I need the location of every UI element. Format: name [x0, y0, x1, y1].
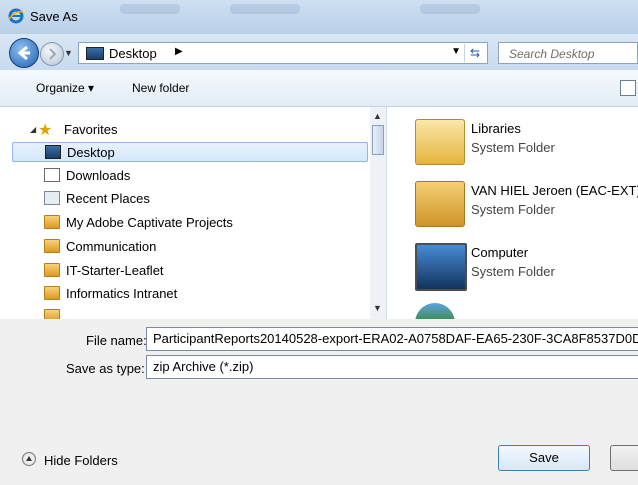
scroll-up-icon[interactable]: ▲: [373, 111, 382, 121]
sidebar-item-label: My Adobe Captivate Projects: [66, 215, 233, 230]
list-item[interactable]: Computer System Folder: [387, 237, 638, 293]
downloads-icon: [44, 168, 60, 182]
favorites-label: Favorites: [64, 122, 118, 137]
computer-icon: [415, 243, 467, 291]
navigation-pane: ◢ ★ Favorites Desktop Downloads Recent P…: [0, 107, 387, 319]
save-form: File name: ParticipantReports20140528-ex…: [0, 319, 638, 485]
sidebar-item-it-starter-leaflet[interactable]: IT-Starter-Leaflet: [12, 261, 368, 281]
history-dropdown-icon[interactable]: ▼: [64, 48, 73, 58]
collapse-triangle-icon[interactable]: ◢: [30, 125, 36, 134]
search-input[interactable]: Search Desktop: [498, 42, 638, 64]
scrollbar-thumb[interactable]: [372, 125, 384, 155]
sidebar-item-communication[interactable]: Communication: [12, 237, 368, 257]
back-button[interactable]: [9, 38, 39, 68]
desktop-icon: [45, 145, 61, 159]
list-item[interactable]: Libraries System Folder: [387, 113, 638, 169]
sidebar-item-downloads[interactable]: Downloads: [12, 166, 368, 186]
blurred-background: [230, 4, 300, 14]
folder-icon: [44, 239, 60, 253]
collapse-up-icon: [22, 452, 36, 466]
sidebar-item-informatics-intranet[interactable]: Informatics Intranet: [12, 284, 368, 304]
sidebar-item-recent-places[interactable]: Recent Places: [12, 189, 368, 209]
search-placeholder: Search Desktop: [509, 47, 595, 61]
favorites-group[interactable]: ◢ ★ Favorites: [12, 120, 368, 140]
nav-scrollbar[interactable]: ▲ ▼: [370, 107, 386, 319]
title-bar: Save As: [0, 0, 638, 34]
chevron-right-icon[interactable]: ▶: [175, 46, 183, 57]
libraries-icon: [415, 119, 465, 165]
new-folder-button[interactable]: New folder: [132, 81, 189, 95]
item-name: Libraries: [471, 121, 521, 136]
back-arrow-icon: [17, 45, 30, 61]
address-dropdown-icon[interactable]: ▼: [451, 46, 461, 57]
scroll-down-icon[interactable]: ▼: [373, 303, 382, 313]
folder-icon: [44, 286, 60, 300]
sidebar-item-label: Recent Places: [66, 191, 150, 206]
window-title: Save As: [30, 9, 78, 24]
item-type: System Folder: [471, 264, 555, 279]
save-type-label: Save as type:: [66, 361, 145, 376]
folder-icon: [44, 309, 60, 319]
list-item[interactable]: VAN HIEL Jeroen (EAC-EXT) System Folder: [387, 175, 638, 231]
item-type: System Folder: [471, 202, 555, 217]
navigation-bar: ▼ Desktop ▶ ▼ ⇆ Search Desktop: [0, 34, 638, 70]
sidebar-item-label: Communication: [66, 239, 157, 254]
folder-icon: [44, 215, 60, 229]
favorites-star-icon: ★: [38, 122, 53, 139]
forward-button[interactable]: [40, 42, 64, 66]
sidebar-item-captivate-projects[interactable]: My Adobe Captivate Projects: [12, 213, 368, 233]
folder-icon: [44, 263, 60, 277]
save-button[interactable]: Save: [498, 445, 590, 471]
item-type: System Folder: [471, 140, 555, 155]
refresh-icon[interactable]: ⇆: [464, 44, 485, 62]
file-list: Libraries System Folder VAN HIEL Jeroen …: [387, 107, 638, 323]
item-name: Computer: [471, 245, 529, 260]
sidebar-item-label: Downloads: [66, 168, 131, 183]
address-bar[interactable]: Desktop ▶ ▼ ⇆: [78, 42, 488, 64]
command-toolbar: Organize ▾ New folder: [0, 70, 638, 107]
sidebar-item-label: IT-Starter-Leaflet: [66, 263, 164, 278]
item-name: VAN HIEL Jeroen (EAC-EXT): [471, 183, 638, 198]
user-folder-icon: [415, 181, 465, 227]
blurred-background: [120, 4, 180, 14]
address-location[interactable]: Desktop: [109, 46, 157, 61]
file-name-field[interactable]: ParticipantReports20140528-export-ERA02-…: [146, 327, 638, 351]
internet-explorer-icon: [8, 8, 24, 24]
desktop-icon: [86, 47, 104, 60]
forward-arrow-icon: [49, 48, 57, 60]
recent-places-icon: [44, 191, 60, 205]
sidebar-item-label: Desktop: [67, 145, 115, 160]
save-type-select[interactable]: zip Archive (*.zip): [146, 355, 638, 379]
cancel-button[interactable]: [610, 445, 638, 471]
sidebar-item-desktop[interactable]: Desktop: [12, 142, 368, 162]
organize-button[interactable]: Organize ▾: [36, 81, 94, 95]
view-options-icon[interactable]: [620, 80, 636, 96]
blurred-background: [420, 4, 480, 14]
file-name-label: File name:: [86, 333, 147, 348]
save-as-dialog: Save As ▼ Desktop ▶ ▼ ⇆ Search Desktop O…: [0, 0, 638, 485]
sidebar-item-partial[interactable]: [12, 307, 368, 319]
sidebar-item-label: Informatics Intranet: [66, 286, 178, 301]
hide-folders-label: Hide Folders: [44, 453, 118, 468]
